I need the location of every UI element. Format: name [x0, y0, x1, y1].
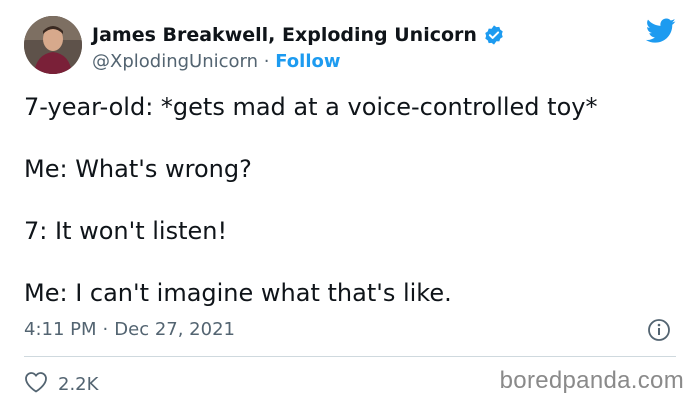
handle-separator: ·: [263, 51, 270, 72]
watermark: boredpanda.com: [499, 367, 684, 394]
heart-icon: [24, 371, 48, 398]
avatar[interactable]: [24, 16, 82, 74]
meta-separator: ·: [102, 319, 109, 340]
follow-link[interactable]: Follow: [275, 51, 340, 72]
twitter-bird-icon[interactable]: [645, 18, 676, 44]
tweet-line: Me: I can't imagine what that's like.: [24, 279, 452, 307]
tweet-text: 7-year-old: *gets mad at a voice-control…: [24, 92, 597, 340]
author-handle[interactable]: @XplodingUnicorn: [92, 51, 258, 72]
like-button[interactable]: 2.2K: [24, 371, 98, 398]
tweet-line: 7-year-old: *gets mad at a voice-control…: [24, 93, 598, 121]
tweet-time[interactable]: 4:11 PM: [24, 318, 97, 342]
tweet-line: Me: What's wrong?: [24, 155, 252, 183]
avatar-image: [24, 16, 82, 74]
author-block: James Breakwell, Exploding Unicorn @Xplo…: [92, 22, 505, 74]
tweet-line: 7: It won't listen!: [24, 217, 228, 245]
like-count: 2.2K: [58, 374, 99, 395]
author-display-name[interactable]: James Breakwell, Exploding Unicorn: [92, 22, 477, 48]
tweet-timestamp[interactable]: 4:11 PM · Dec 27, 2021: [24, 318, 235, 342]
verified-badge-icon: [483, 24, 505, 46]
info-icon[interactable]: [647, 318, 671, 342]
tweet-date[interactable]: Dec 27, 2021: [114, 318, 235, 342]
divider: [24, 356, 676, 357]
